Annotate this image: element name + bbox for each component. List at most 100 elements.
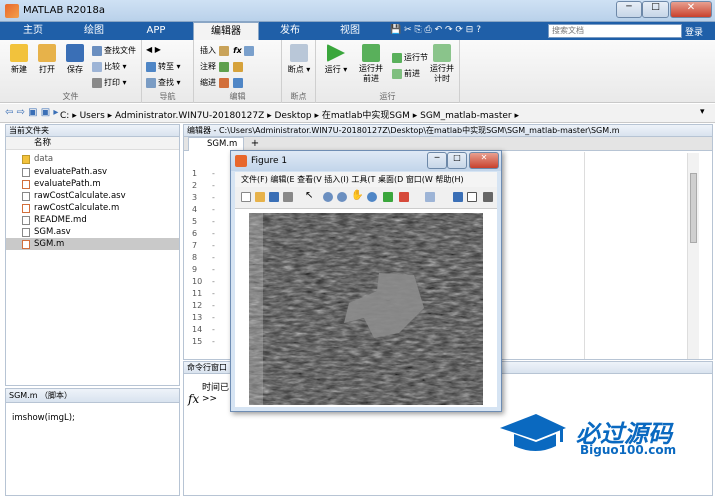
colorbar-icon[interactable]	[453, 192, 463, 202]
list-item[interactable]: SGM.m	[6, 238, 179, 250]
minimize-button[interactable]: ─	[616, 1, 642, 18]
maximize-button[interactable]: □	[642, 1, 669, 18]
breakpoint-marker[interactable]: -	[212, 241, 215, 250]
tab-home[interactable]: 主页	[5, 22, 61, 40]
plot-tools-icon[interactable]	[483, 192, 493, 202]
list-item[interactable]: README.md	[6, 214, 179, 226]
zoom-in-icon[interactable]	[323, 192, 333, 202]
breadcrumb-item[interactable]: Users	[80, 111, 105, 121]
figure-axes[interactable]	[235, 209, 497, 407]
zoom-out-icon[interactable]	[337, 192, 347, 202]
save-button[interactable]: 保存	[61, 44, 89, 75]
current-folder-panel: 当前文件夹 名称 data evaluatePath.asv evaluateP…	[5, 124, 180, 386]
breadcrumb[interactable]: C: ▸ Users ▸ Administrator.WIN7U-2018012…	[60, 108, 519, 121]
brush-icon[interactable]	[399, 192, 409, 202]
tab-view[interactable]: 视图	[322, 22, 378, 40]
comment-button[interactable]: 注释	[200, 61, 245, 72]
breakpoint-marker[interactable]: -	[212, 229, 215, 238]
breakpoints-button[interactable]: 断点 ▾	[285, 44, 313, 75]
open-icon[interactable]	[255, 192, 265, 202]
print-icon	[92, 77, 102, 88]
breakpoint-marker[interactable]: -	[212, 289, 215, 298]
list-item[interactable]: rawCostCalculate.m	[6, 202, 179, 214]
run-advance-button[interactable]: 运行并 前进	[354, 44, 388, 84]
nav-arrows[interactable]: ⇦ ⇨ ▣ ▣ ▸	[5, 107, 58, 118]
list-item[interactable]: evaluatePath.m	[6, 178, 179, 190]
new-figure-icon[interactable]	[241, 192, 251, 202]
breakpoint-marker[interactable]: -	[212, 193, 215, 202]
fx-icon[interactable]: fx	[188, 392, 199, 406]
breakpoint-marker[interactable]: -	[212, 325, 215, 334]
breadcrumb-item[interactable]: Administrator.WIN7U-20180127Z	[115, 111, 264, 121]
figure-maximize-button[interactable]: □	[447, 152, 467, 169]
compare-button[interactable]: 比较 ▾	[92, 61, 127, 72]
menu-tools[interactable]: 工具(T	[351, 175, 375, 184]
disparity-image	[249, 213, 483, 405]
figure-minimize-button[interactable]: ─	[427, 152, 447, 169]
list-item[interactable]: evaluatePath.asv	[6, 166, 179, 178]
back-forward-buttons[interactable]: ◀ ▶	[146, 45, 161, 54]
figure-title-bar: Figure 1 ─ □ ✕	[231, 151, 501, 171]
name-column-header[interactable]: 名称	[6, 137, 179, 150]
breakpoint-marker[interactable]: -	[212, 301, 215, 310]
insert-button[interactable]: 插入 fx	[200, 45, 256, 56]
breakpoint-marker[interactable]: -	[212, 313, 215, 322]
print-button[interactable]: 打印 ▾	[92, 77, 127, 88]
figure-close-button[interactable]: ✕	[469, 152, 499, 169]
menu-window[interactable]: 窗口(W	[406, 175, 433, 184]
list-item[interactable]: rawCostCalculate.asv	[6, 190, 179, 202]
menu-desktop[interactable]: 桌面(D	[378, 175, 403, 184]
breakpoint-marker[interactable]: -	[212, 265, 215, 274]
breakpoint-marker[interactable]: -	[212, 253, 215, 262]
pointer-icon[interactable]: ↖	[305, 190, 313, 201]
goto-button[interactable]: 转至 ▾	[146, 61, 181, 72]
print-icon[interactable]	[283, 192, 293, 202]
breakpoint-marker[interactable]: -	[212, 181, 215, 190]
indent-button[interactable]: 缩进	[200, 77, 245, 88]
run-button[interactable]: 运行 ▾	[320, 44, 352, 75]
menu-help[interactable]: 帮助(H)	[435, 175, 463, 184]
tab-editor[interactable]: 编辑器	[193, 22, 259, 40]
pan-icon[interactable]: ✋	[351, 190, 363, 201]
tab-plots[interactable]: 绘图	[66, 22, 122, 40]
menu-view[interactable]: 查看(V	[297, 175, 322, 184]
data-cursor-icon[interactable]	[383, 192, 393, 202]
breakpoint-marker[interactable]: -	[212, 169, 215, 178]
advance-button[interactable]: 前进	[392, 68, 420, 79]
open-button[interactable]: 打开	[33, 44, 61, 75]
browse-folder-button[interactable]: ▾	[700, 107, 705, 117]
menu-file[interactable]: 文件(F)	[241, 175, 268, 184]
close-button[interactable]: ✕	[670, 1, 712, 18]
find-files-button[interactable]: 查找文件	[92, 45, 136, 56]
tab-publish[interactable]: 发布	[262, 22, 318, 40]
tab-apps[interactable]: APP	[128, 22, 184, 40]
add-tab-button[interactable]: +	[247, 137, 263, 151]
breakpoint-marker[interactable]: -	[212, 205, 215, 214]
breadcrumb-item[interactable]: C:	[60, 111, 69, 121]
login-link[interactable]: 登录	[685, 25, 703, 38]
list-item[interactable]: SGM.asv	[6, 226, 179, 238]
save-icon[interactable]	[269, 192, 279, 202]
breakpoint-marker[interactable]: -	[212, 277, 215, 286]
advance-icon	[392, 68, 402, 79]
run-section-button[interactable]: 运行节	[392, 52, 428, 63]
tab-sgm-m[interactable]: SGM.m	[188, 137, 244, 151]
legend-icon[interactable]	[467, 192, 477, 202]
link-plot-icon[interactable]	[425, 192, 435, 202]
breadcrumb-item[interactable]: 在matlab中实现SGM	[322, 111, 410, 121]
rotate-icon[interactable]	[367, 192, 377, 202]
editor-scrollbar[interactable]	[687, 153, 699, 359]
find-button[interactable]: 查找 ▾	[146, 77, 181, 88]
breadcrumb-item[interactable]: Desktop	[275, 111, 312, 121]
search-input[interactable]: 搜索文档	[548, 24, 682, 38]
command-prompt[interactable]: >>	[202, 394, 217, 404]
new-button[interactable]: 新建	[5, 44, 33, 75]
menu-insert[interactable]: 插入(I)	[324, 175, 349, 184]
breadcrumb-item[interactable]: SGM_matlab-master	[420, 111, 511, 121]
breakpoint-marker[interactable]: -	[212, 337, 215, 346]
quick-access-toolbar[interactable]: 💾 ✂ ⎘ ⎙ ↶ ↷ ⟳ ⊟ ?	[390, 25, 540, 37]
run-time-button[interactable]: 运行并 计时	[426, 44, 458, 84]
breakpoint-marker[interactable]: -	[212, 217, 215, 226]
menu-edit[interactable]: 编辑(E	[270, 175, 294, 184]
list-item[interactable]: data	[6, 153, 179, 165]
